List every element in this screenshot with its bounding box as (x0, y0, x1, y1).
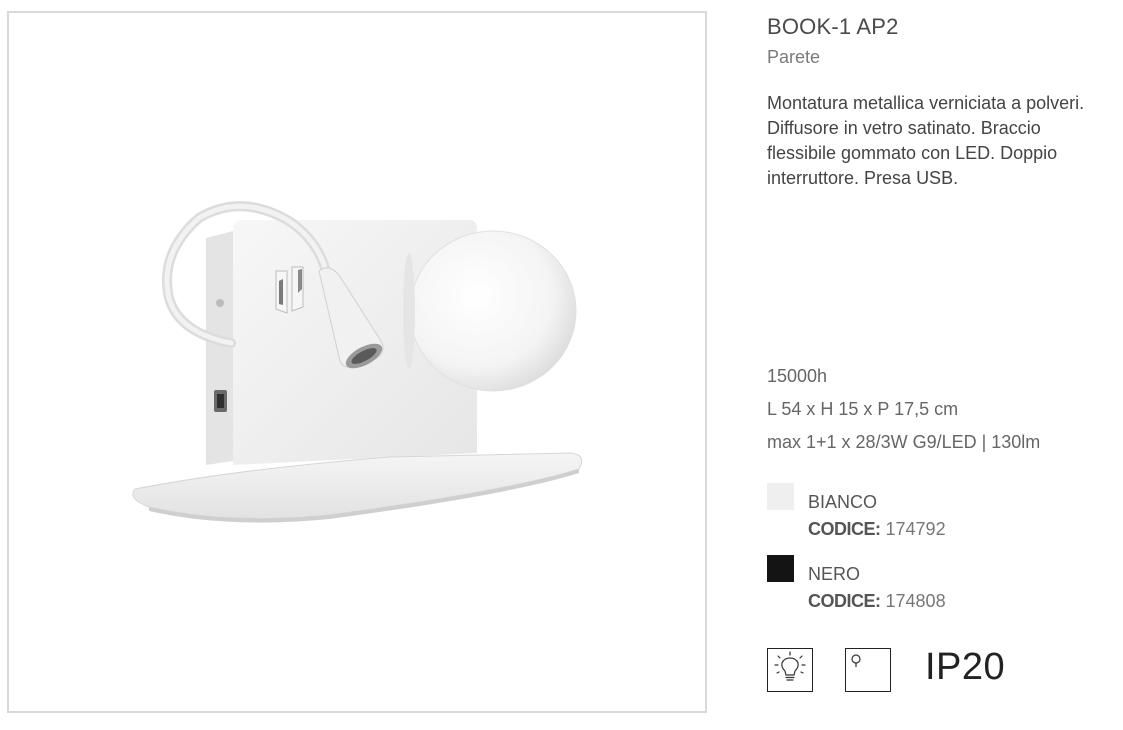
color-name-bianco: BIANCO (808, 492, 878, 512)
color-name-nero: NERO (808, 564, 861, 584)
code-bianco: CODICE: 174792 (808, 519, 946, 540)
product-photo (7, 11, 707, 713)
led-bulb-icon (767, 648, 813, 692)
product-title: BOOK-1 AP2 (767, 14, 899, 39)
ip-rating: IP20 (925, 646, 1006, 688)
swatch-bianco[interactable] (767, 483, 794, 510)
product-category: Parete (767, 47, 821, 67)
wall-lamp-illustration (132, 201, 583, 523)
code-value: 174808 (885, 591, 946, 611)
spec-lifetime: 15000h (767, 366, 828, 386)
code-value: 174792 (885, 519, 946, 539)
swatch-nero[interactable] (767, 555, 794, 582)
spec-lamp: max 1+1 x 28/3W G9/LED | 130lm (767, 432, 1041, 452)
product-description: Montatura metallica verniciata a polveri… (767, 93, 1085, 188)
code-nero: CODICE: 174808 (808, 591, 946, 612)
spec-dimensions: L 54 x H 15 x P 17,5 cm (767, 399, 959, 419)
code-label: CODICE: (808, 519, 881, 539)
wall-mount-icon (845, 648, 891, 692)
code-label: CODICE: (808, 591, 881, 611)
